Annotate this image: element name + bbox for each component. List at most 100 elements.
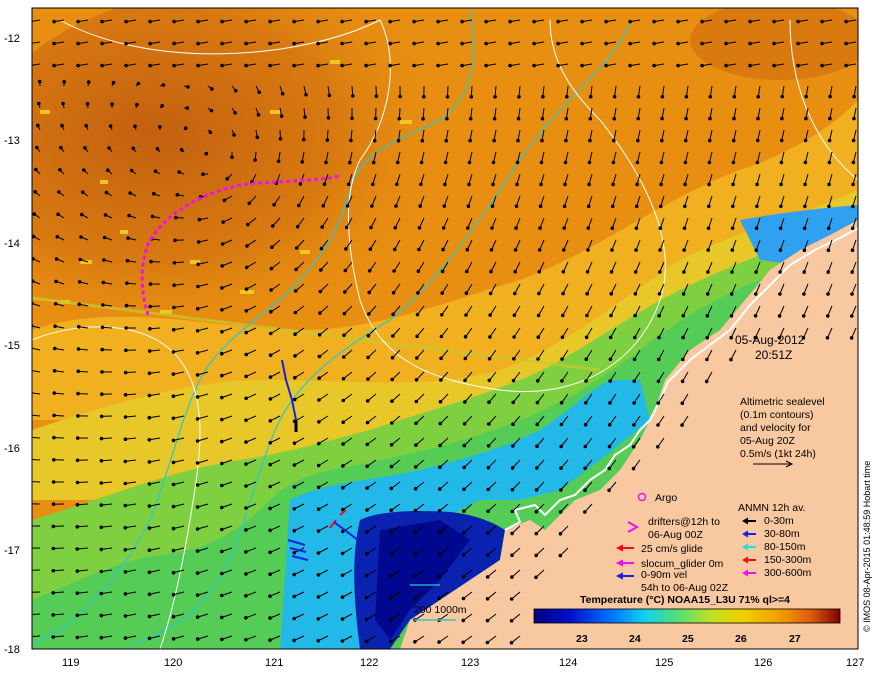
velocity-arrow-head [415, 312, 420, 317]
velocity-arrow-head [195, 395, 200, 399]
velocity-arrow-head [538, 204, 543, 208]
velocity-arrow-head [268, 19, 272, 24]
velocity-arrow-head [340, 551, 345, 556]
velocity-arrow-head [676, 41, 680, 46]
velocity-arrow-head [51, 613, 56, 617]
velocity-arrow-head [171, 504, 176, 509]
velocity-arrow-head [511, 400, 516, 405]
velocity-arrow-head [77, 280, 82, 284]
velocity-arrow-head [852, 116, 856, 121]
velocity-arrow-head [779, 160, 784, 165]
velocity-arrow-head [656, 401, 661, 405]
anmn-depth-label: 150-300m [764, 554, 812, 566]
velocity-arrow-head [52, 369, 57, 373]
lon-tick: 127 [846, 657, 864, 669]
velocity-arrow-head [34, 167, 38, 172]
velocity-arrow-head [754, 270, 758, 274]
velocity-arrow-head [364, 63, 368, 68]
velocity-arrow-head [556, 41, 560, 46]
velocity-arrow-head [392, 247, 397, 252]
velocity-arrow-head [346, 182, 351, 187]
velocity-arrow-head [804, 116, 808, 121]
velocity-arrow-head [389, 530, 393, 534]
velocity-arrow-head [588, 138, 592, 143]
velocity-arrow-head [292, 463, 297, 467]
velocity-arrow-head [195, 351, 200, 355]
velocity-arrow-head [440, 269, 445, 274]
velocity-arrow-head [153, 169, 158, 173]
velocity-arrow-head [54, 257, 59, 261]
velocity-arrow-head [583, 444, 588, 449]
velocity-arrow-head [559, 466, 563, 471]
velocity-arrow-head [438, 443, 442, 448]
velocity-arrow-head [490, 204, 495, 208]
velocity-arrow-head [515, 182, 519, 187]
velocity-arrow-head [634, 226, 639, 230]
velocity-arrow-head [558, 531, 563, 536]
velocity-arrow-head [292, 616, 297, 621]
velocity-arrow-head [195, 306, 200, 311]
velocity-arrow-head [268, 616, 272, 620]
velocity-arrow-head [246, 222, 250, 227]
velocity-arrow-head [268, 397, 273, 401]
velocity-arrow-head [268, 550, 272, 555]
velocity-arrow-head [389, 486, 394, 491]
velocity-arrow-head [804, 94, 809, 99]
velocity-arrow-head [844, 63, 848, 68]
velocity-arrow-head [220, 19, 224, 24]
velocity-arrow-head [559, 488, 563, 492]
velocity-arrow-head [539, 160, 544, 165]
velocity-arrow-head [445, 116, 449, 121]
velocity-arrow-head [369, 225, 373, 230]
velocity-arrow-head [608, 335, 613, 340]
velocity-arrow-head [534, 553, 539, 558]
velocity-arrow-head [365, 486, 369, 490]
velocity-arrow-head [244, 287, 249, 291]
velocity-arrow-head [317, 333, 322, 337]
velocity-arrow-head [828, 116, 832, 121]
velocity-arrow-head [196, 240, 201, 244]
velocity-arrow-head [268, 419, 273, 423]
velocity-arrow-head [583, 466, 587, 471]
velocity-arrow-head [633, 270, 638, 274]
velocity-arrow-head [587, 160, 592, 165]
map-date: 05-Aug-2012 [735, 333, 805, 347]
velocity-arrow-head [340, 639, 345, 643]
velocity-arrow-head [584, 379, 588, 383]
velocity-arrow-head [33, 190, 37, 194]
velocity-arrow-head [705, 357, 709, 362]
velocity-arrow-head [321, 203, 326, 208]
velocity-arrow-head [365, 442, 370, 447]
velocity-arrow-head [37, 79, 42, 84]
velocity-arrow-head [658, 270, 662, 274]
velocity-arrow-head [487, 422, 491, 426]
velocity-arrow-head [102, 235, 107, 240]
velocity-arrow-head [349, 138, 353, 143]
velocity-arrow-head [439, 334, 444, 339]
velocity-arrow-head [510, 531, 514, 536]
velocity-arrow-head [99, 591, 104, 596]
velocity-arrow-head [76, 19, 80, 24]
velocity-arrow-head [244, 440, 248, 444]
velocity-arrow-head [488, 291, 493, 296]
velocity-arrow-head [512, 313, 517, 318]
velocity-arrow-head [292, 441, 297, 446]
velocity-arrow-head [635, 160, 640, 165]
velocity-arrow-head [532, 19, 536, 24]
velocity-arrow-head [269, 309, 273, 314]
velocity-arrow-head [850, 248, 855, 252]
velocity-arrow-head [196, 41, 200, 46]
velocity-arrow-head [368, 247, 373, 251]
velocity-arrow-head [52, 63, 56, 68]
velocity-arrow-head [537, 248, 542, 252]
velocity-arrow-head [820, 19, 824, 24]
velocity-arrow-head [611, 182, 615, 187]
velocity-arrow-head [244, 63, 248, 68]
velocity-arrow-head [53, 324, 57, 329]
velocity-arrow-head [511, 422, 515, 427]
velocity-arrow-head [397, 116, 402, 121]
altimetry-line: and velocity for [740, 422, 811, 434]
velocity-arrow-head [436, 63, 440, 68]
velocity-arrow-head [293, 375, 297, 380]
velocity-arrow-head [656, 423, 660, 427]
